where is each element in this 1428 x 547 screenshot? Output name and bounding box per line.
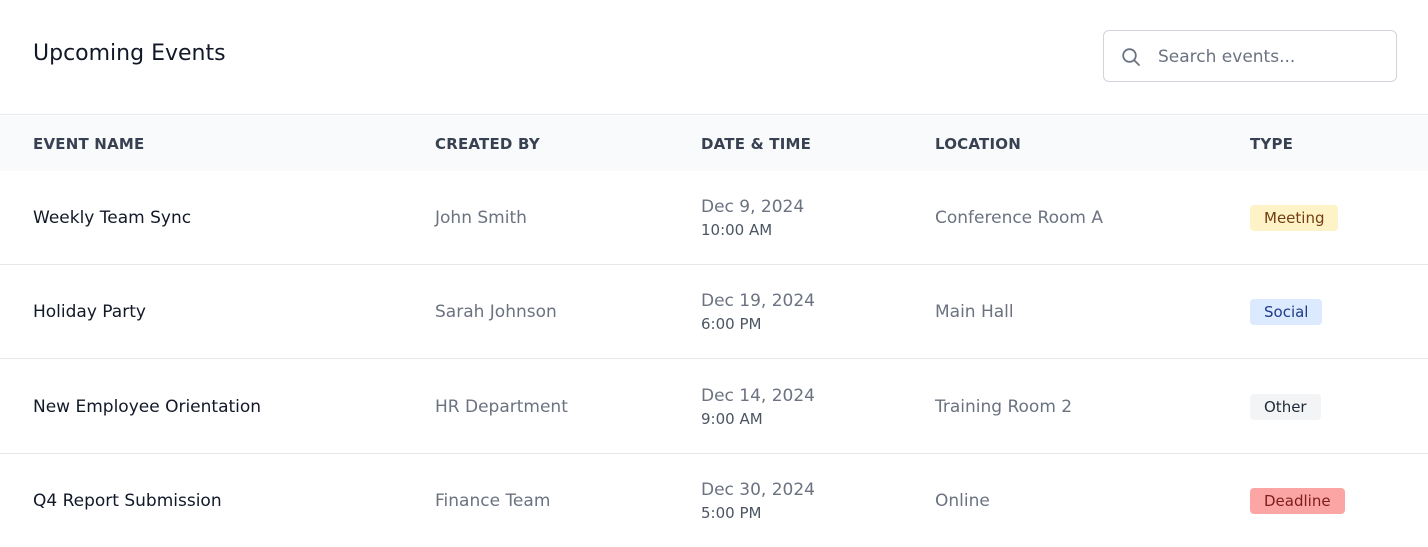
event-time: 9:00 AM	[701, 410, 763, 428]
event-date: Dec 14, 2024	[701, 386, 816, 406]
table-row[interactable]: Weekly Team Sync John Smith Dec 9, 2024 …	[0, 171, 1428, 265]
created-by: Sarah Johnson	[435, 302, 557, 322]
table-header: EVENT NAME CREATED BY DATE & TIME LOCATI…	[0, 116, 1428, 171]
event-location: Online	[935, 491, 990, 511]
type-badge: Other	[1250, 394, 1321, 420]
event-name[interactable]: Weekly Team Sync	[33, 208, 191, 228]
event-date: Dec 30, 2024	[701, 480, 816, 500]
date-time: Dec 30, 2024 5:00 PM	[701, 480, 815, 523]
event-location: Conference Room A	[935, 208, 1103, 228]
column-header-event-name[interactable]: EVENT NAME	[33, 135, 144, 153]
event-name[interactable]: Q4 Report Submission	[33, 491, 222, 511]
event-name[interactable]: New Employee Orientation	[33, 397, 261, 417]
event-date: Dec 19, 2024	[701, 291, 816, 311]
events-panel: Upcoming Events EVENT NAME CREATED BY DA…	[0, 0, 1428, 547]
created-by: John Smith	[435, 208, 527, 228]
search-input[interactable]	[1158, 44, 1383, 70]
column-header-created-by[interactable]: CREATED BY	[435, 135, 540, 153]
column-header-date-time[interactable]: DATE & TIME	[701, 135, 811, 153]
event-time: 6:00 PM	[701, 315, 762, 333]
date-time: Dec 14, 2024 9:00 AM	[701, 386, 815, 429]
column-header-type[interactable]: TYPE	[1250, 135, 1293, 153]
event-time: 5:00 PM	[701, 504, 762, 522]
event-location: Training Room 2	[935, 397, 1073, 417]
table-row[interactable]: Holiday Party Sarah Johnson Dec 19, 2024…	[0, 265, 1428, 359]
event-time: 10:00 AM	[701, 221, 773, 239]
type-badge: Social	[1250, 299, 1323, 325]
search-icon	[1122, 48, 1140, 66]
event-location: Main Hall	[935, 302, 1014, 322]
type-badge: Meeting	[1250, 205, 1339, 231]
table-row[interactable]: Q4 Report Submission Finance Team Dec 30…	[0, 454, 1428, 547]
date-time: Dec 19, 2024 6:00 PM	[701, 291, 815, 334]
date-time: Dec 9, 2024 10:00 AM	[701, 197, 804, 240]
type-badge: Deadline	[1250, 488, 1345, 514]
event-name[interactable]: Holiday Party	[33, 302, 146, 322]
panel-header: Upcoming Events	[0, 0, 1428, 115]
page-title: Upcoming Events	[33, 41, 226, 66]
column-header-location[interactable]: LOCATION	[935, 135, 1021, 153]
table-row[interactable]: New Employee Orientation HR Department D…	[0, 360, 1428, 454]
created-by: HR Department	[435, 397, 568, 417]
created-by: Finance Team	[435, 491, 551, 511]
search-box[interactable]	[1103, 30, 1397, 82]
event-date: Dec 9, 2024	[701, 197, 805, 217]
